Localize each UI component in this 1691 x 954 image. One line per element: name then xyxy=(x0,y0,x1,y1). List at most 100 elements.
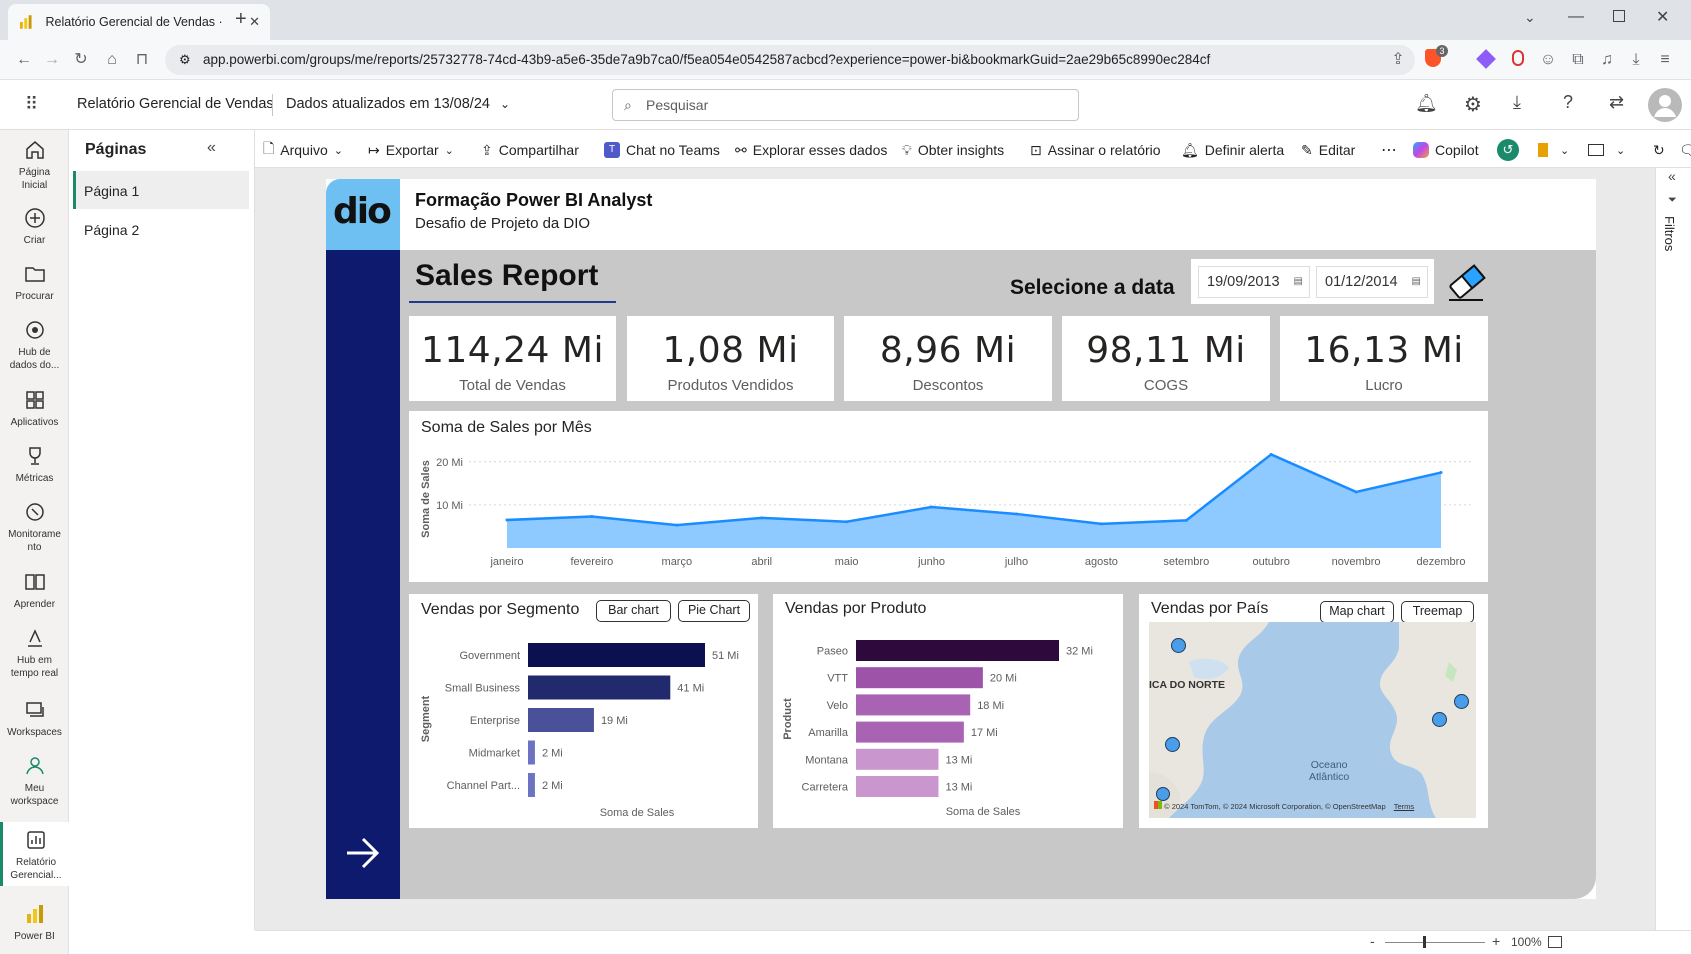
downloads-icon[interactable]: ⤓ xyxy=(1626,50,1646,70)
extension-purple-icon[interactable] xyxy=(1476,49,1496,69)
data-updated-dropdown[interactable]: Dados atualizados em 13/08/24 ⌄ xyxy=(286,96,510,112)
view-menu-button[interactable]: ⌄ xyxy=(1588,140,1625,160)
map-bubble[interactable] xyxy=(1165,737,1180,752)
search-input[interactable]: ⌕ Pesquisar xyxy=(612,89,1079,121)
rail-item-monitoring[interactable]: Monitoramento xyxy=(0,500,69,554)
map-bubble[interactable] xyxy=(1432,712,1447,727)
map-bubble[interactable] xyxy=(1454,694,1469,709)
rail-label: Métricas xyxy=(15,473,54,484)
file-menu-button[interactable]: 🗋︎ Arquivo ⌄ xyxy=(263,140,343,160)
expand-filters-icon[interactable]: « xyxy=(1668,168,1676,184)
new-tab-icon[interactable]: + xyxy=(235,8,247,31)
share-page-icon[interactable]: ⇪ xyxy=(1388,50,1408,70)
page-item-1[interactable]: Página 1 xyxy=(73,171,249,209)
map-bubble[interactable] xyxy=(1171,638,1186,653)
refresh-button[interactable]: ↻ xyxy=(1653,140,1665,160)
eraser-clear-filters-icon[interactable] xyxy=(1445,262,1489,302)
start-date-input[interactable]: 19/09/2013 ▤ xyxy=(1198,266,1310,298)
zoom-in-icon[interactable]: + xyxy=(1492,933,1500,949)
extensions-icon[interactable]: ⧉ xyxy=(1568,50,1588,70)
help-icon[interactable]: ? xyxy=(1563,92,1573,113)
rail-item-my-workspace[interactable]: Meu workspace xyxy=(0,754,69,808)
rail-label: Aplicativos xyxy=(10,417,59,428)
rail-item-home[interactable]: Página Inicial xyxy=(0,138,69,192)
pencil-icon: ✎ xyxy=(1301,141,1313,158)
zoom-slider[interactable] xyxy=(1385,942,1485,943)
terms-link[interactable]: Terms xyxy=(1394,802,1414,811)
collapse-pane-icon[interactable]: « xyxy=(207,139,216,157)
settings-icon[interactable]: ⚙ xyxy=(1464,92,1482,117)
header-report-name[interactable]: Relatório Gerencial de Vendas xyxy=(77,96,274,112)
sales-by-country-visual: Vendas por País Map chart Treemap ICA DO… xyxy=(1139,594,1488,828)
teams-chat-button[interactable]: T Chat no Teams xyxy=(604,140,720,160)
end-date-input[interactable]: 01/12/2014 ▤ xyxy=(1316,266,1428,298)
rail-item-learn[interactable]: Aprender xyxy=(0,570,69,611)
next-page-arrow-icon[interactable] xyxy=(345,836,381,870)
avatar[interactable] xyxy=(1648,88,1682,122)
minimize-icon[interactable]: — xyxy=(1568,8,1584,26)
monitoring-icon xyxy=(25,503,44,521)
rail-label: Relatório Gerencial... xyxy=(10,857,62,881)
zoom-out-icon[interactable]: - xyxy=(1370,933,1375,949)
sales-by-segment-chart: Government 51 Mi Small Business 41 Mi Enterp… xyxy=(420,643,739,819)
app-launcher-icon[interactable]: ⠿ xyxy=(25,94,38,115)
explore-data-button[interactable]: ⚯ Explorar esses dados xyxy=(735,140,887,160)
rail-item-workspaces[interactable]: Workspaces xyxy=(0,698,69,739)
get-insights-button[interactable]: 💡︎ Obter insights xyxy=(902,140,1004,160)
reset-icon: ↺ xyxy=(1497,139,1519,161)
copilot-button[interactable]: Copilot xyxy=(1413,140,1479,160)
rail-item-apps[interactable]: Aplicativos xyxy=(0,388,69,429)
treemap-toggle-button[interactable]: Treemap xyxy=(1401,601,1474,623)
filters-pane[interactable]: « ⏷ Filtros xyxy=(1655,168,1691,930)
reload-icon[interactable]: ↻ xyxy=(71,50,91,70)
extension-robot-icon[interactable]: ☺ xyxy=(1538,50,1558,70)
rail-item-browse[interactable]: Procurar xyxy=(0,262,69,303)
reset-button[interactable]: ↺ xyxy=(1497,139,1519,161)
home-browser-icon[interactable]: ⌂ xyxy=(102,50,122,70)
data-point xyxy=(1014,512,1018,516)
share-button[interactable]: ⇪ Compartilhar xyxy=(481,140,579,160)
export-menu-button[interactable]: ↦ Exportar ⌄ xyxy=(368,140,454,160)
bar xyxy=(528,773,535,797)
extension-red-icon[interactable] xyxy=(1512,50,1524,66)
bookmark-icon[interactable]: ⊓ xyxy=(132,50,152,70)
subscribe-report-button[interactable]: ⊡ Assinar o relatório xyxy=(1030,140,1161,160)
browser-tab[interactable]: Relatório Gerencial de Vendas · ✕ xyxy=(8,4,270,40)
rail-item-realtime-hub[interactable]: Hub em tempo real xyxy=(0,626,69,680)
page-item-2[interactable]: Página 2 xyxy=(73,210,249,248)
zoom-level[interactable]: 100% xyxy=(1511,935,1542,949)
zoom-slider-thumb[interactable] xyxy=(1423,936,1426,948)
address-bar[interactable]: ⚙ app.powerbi.com/groups/me/reports/2573… xyxy=(165,45,1415,75)
close-window-icon[interactable]: ✕ xyxy=(1656,7,1669,27)
map-area[interactable]: ICA DO NORTE Oceano Atlântico © 2024 TomT… xyxy=(1149,622,1476,818)
rail-item-report[interactable]: Relatório Gerencial... xyxy=(0,822,69,886)
rail-item-data-hub[interactable]: Hub de dados do... xyxy=(0,318,69,372)
rail-item-metrics[interactable]: Métricas xyxy=(0,444,69,485)
site-settings-icon[interactable]: ⚙ xyxy=(179,45,191,75)
download-icon[interactable]: ⤓ xyxy=(1513,92,1521,113)
fit-page-icon[interactable] xyxy=(1548,936,1562,948)
maximize-icon[interactable] xyxy=(1613,10,1625,22)
notifications-icon[interactable]: 🔔︎ xyxy=(1415,93,1438,114)
map-chart-toggle-button[interactable]: Map chart xyxy=(1320,601,1394,623)
rail-label: Meu workspace xyxy=(10,783,59,807)
media-icon[interactable]: ♫ xyxy=(1597,50,1617,70)
tab-close-icon[interactable]: ✕ xyxy=(249,14,260,30)
bookmark-menu-button[interactable]: ⌄ xyxy=(1538,140,1569,160)
forward-icon[interactable]: → xyxy=(42,50,62,70)
bar xyxy=(528,643,705,667)
tab-list-chevron-icon[interactable]: ⌄ xyxy=(1524,9,1536,26)
browser-menu-icon[interactable]: ≡ xyxy=(1655,50,1675,70)
comments-button[interactable]: 🗨︎ xyxy=(1679,140,1691,160)
chevron-down-icon: ⌄ xyxy=(1560,144,1570,157)
map-bubble[interactable] xyxy=(1156,787,1170,801)
edit-button[interactable]: ✎ Editar xyxy=(1301,140,1355,160)
set-alert-button[interactable]: 🔔︎ Definir alerta xyxy=(1181,140,1284,160)
feedback-icon[interactable]: ⇄ xyxy=(1609,92,1624,113)
url-text: app.powerbi.com/groups/me/reports/257327… xyxy=(203,52,1211,67)
toolbar-label: Exportar xyxy=(385,142,439,158)
rail-item-powerbi[interactable]: Power BI xyxy=(0,902,69,943)
rail-item-create[interactable]: Criar xyxy=(0,206,69,247)
back-icon[interactable]: ← xyxy=(14,50,34,70)
more-options-button[interactable]: ⋯ xyxy=(1381,140,1397,160)
